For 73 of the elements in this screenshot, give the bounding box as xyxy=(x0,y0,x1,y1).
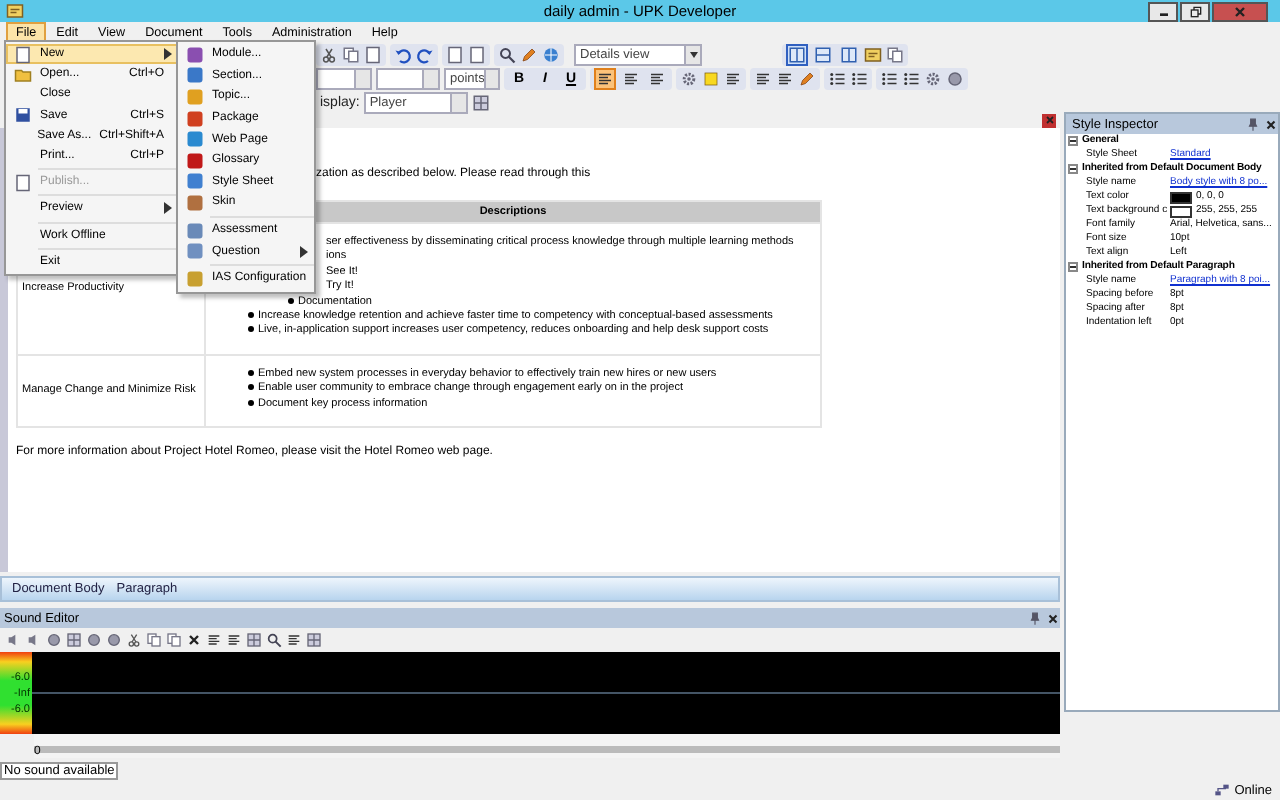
collapse-toggle[interactable] xyxy=(1068,136,1078,146)
page-icon xyxy=(13,45,31,64)
gear-icon[interactable] xyxy=(924,70,942,88)
list-icon[interactable] xyxy=(850,70,868,88)
minimize-button[interactable] xyxy=(1148,1,1178,21)
size-field[interactable] xyxy=(376,68,440,90)
align-icon xyxy=(596,70,614,88)
layout-button[interactable] xyxy=(812,44,834,66)
circle-icon[interactable] xyxy=(86,632,102,648)
lines-icon[interactable] xyxy=(776,70,794,88)
restore-icon xyxy=(1187,3,1203,19)
close-button[interactable] xyxy=(1042,113,1056,127)
bullet-icon xyxy=(247,326,253,333)
scissors-icon[interactable] xyxy=(126,632,142,648)
search-icon[interactable] xyxy=(498,46,516,64)
bullet-icon xyxy=(247,384,253,391)
list-icon[interactable] xyxy=(880,70,898,88)
pencil-icon[interactable] xyxy=(520,46,538,64)
page-icon[interactable] xyxy=(364,46,382,64)
list-icon[interactable] xyxy=(902,70,920,88)
layout-button[interactable] xyxy=(838,44,860,66)
lines-icon[interactable] xyxy=(226,632,242,648)
lines-icon[interactable] xyxy=(724,70,742,88)
lines-icon[interactable] xyxy=(754,70,772,88)
circle-icon[interactable] xyxy=(946,70,964,88)
grid-icon[interactable] xyxy=(306,632,322,648)
grid-icon[interactable] xyxy=(471,94,490,112)
pencil-icon[interactable] xyxy=(798,70,816,88)
caret-icon xyxy=(689,52,697,58)
pin-icon[interactable] xyxy=(1028,611,1042,625)
bullet-icon xyxy=(247,369,253,376)
undo-icon[interactable] xyxy=(394,46,412,64)
restore-button[interactable] xyxy=(1180,1,1210,21)
scissors-icon[interactable] xyxy=(320,46,338,64)
circle-icon[interactable] xyxy=(46,632,62,648)
submenu-arrow-icon xyxy=(164,202,172,215)
submenu-arrow-icon xyxy=(164,48,172,61)
align-icon xyxy=(648,70,666,88)
close-icon xyxy=(1043,114,1055,126)
app-icon xyxy=(6,2,24,20)
page-icon xyxy=(13,173,31,192)
circle-icon[interactable] xyxy=(106,632,122,648)
lines-icon[interactable] xyxy=(286,632,302,648)
align-icon xyxy=(622,70,640,88)
bullet-icon xyxy=(247,399,253,406)
font-select[interactable] xyxy=(316,68,372,90)
redo-icon[interactable] xyxy=(416,46,434,64)
close-icon xyxy=(1232,3,1248,19)
close-icon[interactable] xyxy=(1264,117,1278,131)
gear-icon[interactable] xyxy=(680,70,698,88)
copy-icon[interactable] xyxy=(342,46,360,64)
lines-icon[interactable] xyxy=(206,632,222,648)
pin-icon[interactable] xyxy=(1246,117,1260,131)
grid-icon[interactable] xyxy=(246,632,262,648)
network-icon xyxy=(1214,782,1231,798)
bullet-icon xyxy=(247,312,253,319)
align-button[interactable] xyxy=(594,68,616,90)
list-icon[interactable] xyxy=(828,70,846,88)
grid-icon[interactable] xyxy=(66,632,82,648)
collapse-toggle[interactable] xyxy=(1068,262,1078,272)
globe-icon[interactable] xyxy=(542,46,560,64)
layout-button[interactable] xyxy=(786,44,808,66)
close-icon[interactable] xyxy=(1046,611,1060,625)
bullet-icon xyxy=(287,297,293,304)
collapse-toggle[interactable] xyxy=(1068,164,1078,174)
copy-icon[interactable] xyxy=(886,46,904,64)
close-button[interactable] xyxy=(1212,1,1268,21)
align-button[interactable] xyxy=(646,68,668,90)
submenu-arrow-icon xyxy=(300,245,308,258)
folder-icon xyxy=(13,65,31,84)
cross-icon[interactable] xyxy=(186,632,202,648)
search-icon[interactable] xyxy=(266,632,282,648)
align-button[interactable] xyxy=(620,68,642,90)
